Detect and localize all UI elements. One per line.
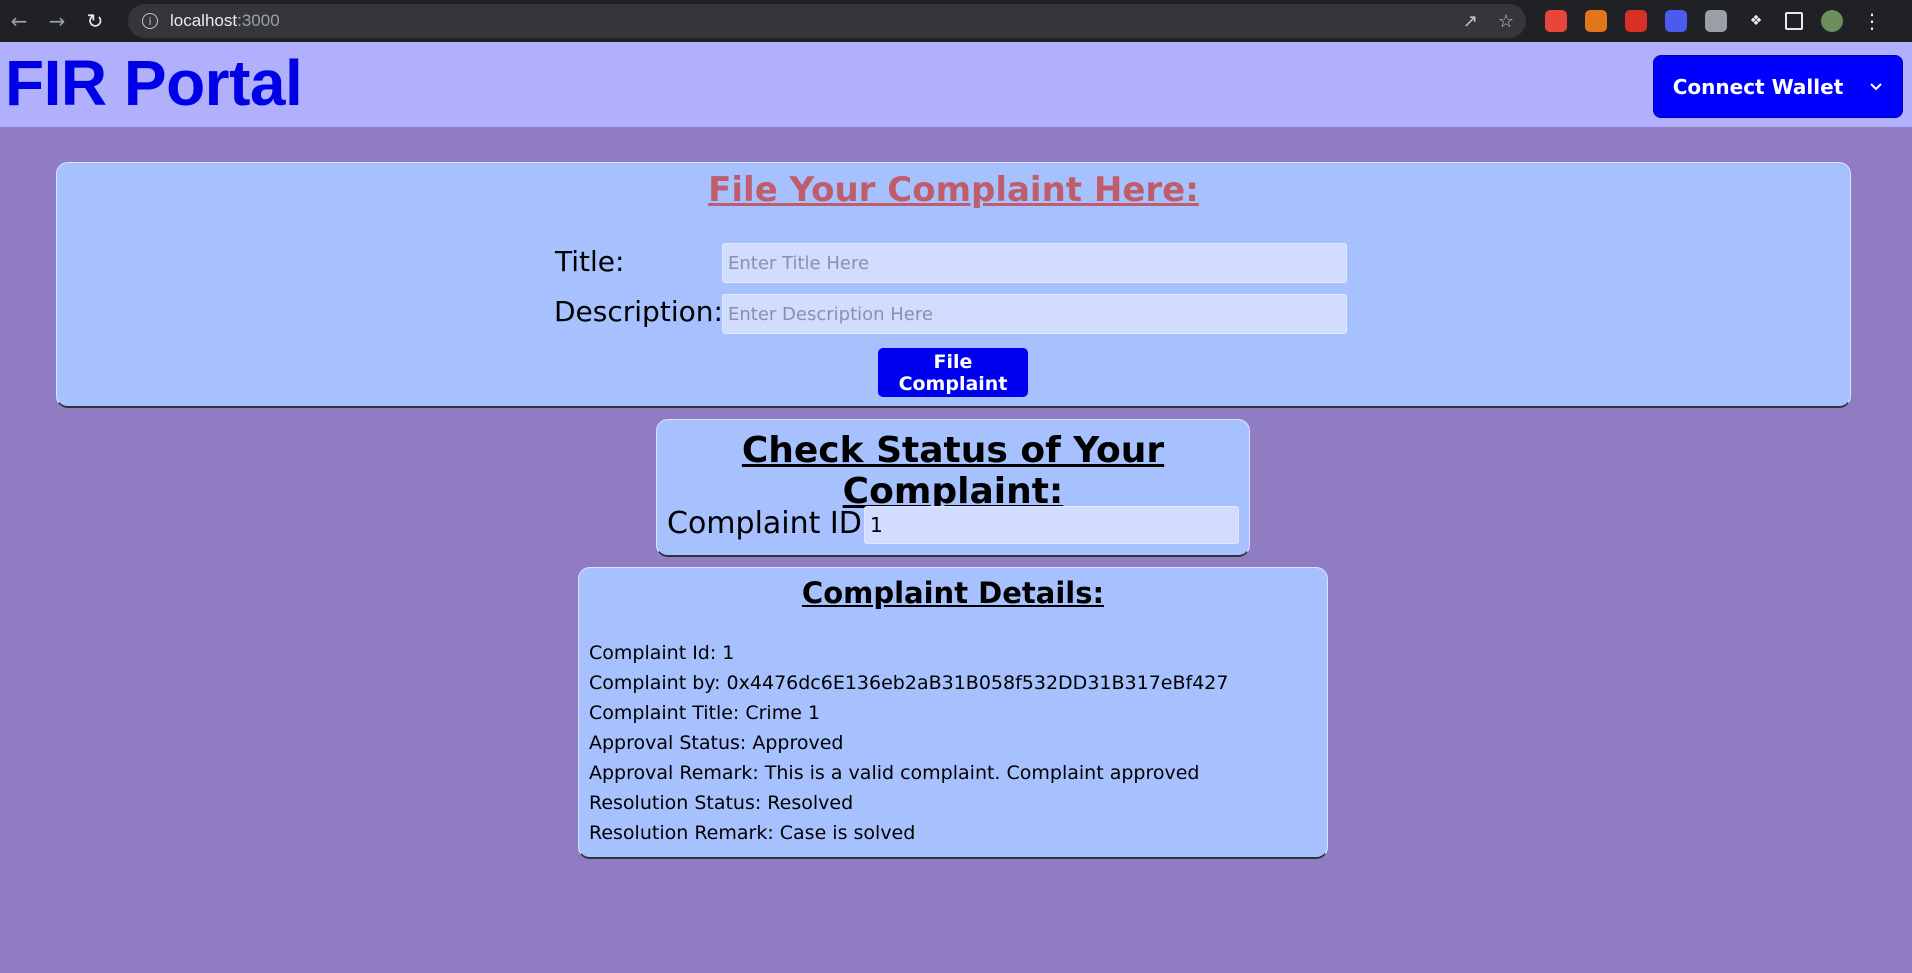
connect-wallet-button[interactable]: Connect Wallet — [1653, 55, 1903, 118]
complaint-id-input[interactable] — [864, 506, 1239, 544]
gray-extension-icon[interactable] — [1705, 10, 1727, 32]
app-header: FIR Portal Connect Wallet — [0, 42, 1912, 127]
description-input[interactable] — [722, 294, 1347, 334]
file-complaint-button[interactable]: File Complaint — [878, 348, 1028, 397]
file-complaint-heading: File Your Complaint Here: — [708, 170, 1199, 210]
extensions-area: ❖ ⋮ — [1545, 0, 1883, 42]
site-info-icon[interactable]: i — [142, 13, 158, 29]
app-title: FIR Portal — [5, 47, 303, 119]
title-input[interactable] — [722, 243, 1347, 283]
connect-wallet-label: Connect Wallet — [1672, 74, 1844, 99]
blue-gear-extension-icon[interactable] — [1665, 10, 1687, 32]
forward-arrow-icon[interactable]: → — [38, 0, 76, 42]
check-status-heading: Check Status of Your Complaint: — [741, 430, 1165, 512]
red-extension-icon[interactable] — [1625, 10, 1647, 32]
detail-approval-remark: Approval Remark: This is a valid complai… — [589, 762, 1200, 784]
browser-menu-icon[interactable]: ⋮ — [1861, 9, 1883, 33]
check-status-card: Check Status of Your Complaint: Complain… — [656, 419, 1250, 557]
complaint-details-heading: Complaint Details: — [801, 576, 1105, 610]
detail-complaint-title: Complaint Title: Crime 1 — [589, 702, 821, 724]
url-host: localhost — [170, 11, 238, 30]
detail-resolution-remark: Resolution Remark: Case is solved — [589, 822, 916, 844]
complaint-id-label: Complaint ID: — [667, 506, 872, 541]
complaint-details-card: Complaint Details: Complaint Id: 1 Compl… — [578, 567, 1328, 859]
metamask-fox-icon[interactable] — [1585, 10, 1607, 32]
complaint-details-list: Complaint Id: 1 Complaint by: 0x4476dc6E… — [589, 638, 1228, 848]
back-arrow-icon[interactable]: ← — [0, 0, 38, 42]
address-bar[interactable]: i localhost:3000 ↗ ☆ — [128, 4, 1526, 38]
browser-toolbar: ← → ↻ i localhost:3000 ↗ ☆ ❖ ⋮ — [0, 0, 1912, 42]
profile-avatar[interactable] — [1821, 10, 1843, 32]
color-picker-extension-icon[interactable] — [1545, 10, 1567, 32]
share-icon[interactable]: ↗ — [1463, 11, 1478, 32]
file-complaint-card: File Your Complaint Here: Title: Descrip… — [56, 162, 1851, 408]
detail-resolution-status: Resolution Status: Resolved — [589, 792, 854, 814]
extensions-puzzle-icon[interactable]: ❖ — [1745, 10, 1767, 32]
detail-complaint-by: Complaint by: 0x4476dc6E136eb2aB31B058f5… — [589, 672, 1229, 694]
url-port: :3000 — [237, 11, 280, 30]
detail-complaint-id: Complaint Id: 1 — [589, 642, 735, 664]
chevron-down-icon — [1870, 82, 1882, 90]
reload-icon[interactable]: ↻ — [76, 0, 114, 42]
side-panel-icon[interactable] — [1785, 12, 1803, 30]
bookmark-star-icon[interactable]: ☆ — [1498, 11, 1514, 32]
description-label: Description: — [554, 295, 723, 328]
detail-approval-status: Approval Status: Approved — [589, 732, 844, 754]
title-label: Title: — [555, 245, 625, 278]
